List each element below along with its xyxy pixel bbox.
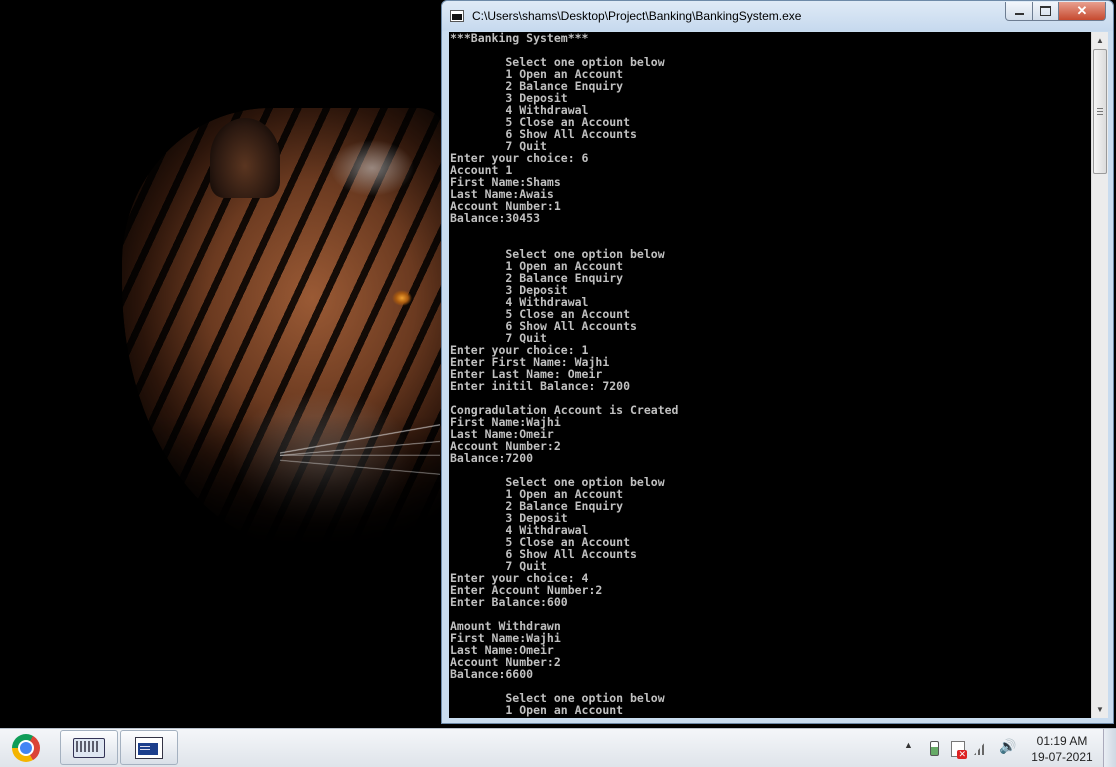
show-desktop-button[interactable] xyxy=(1103,729,1116,767)
taskbar: ▲ 🔊 01:19 AM 19-07-2021 xyxy=(0,728,1116,767)
scroll-thumb[interactable] xyxy=(1093,49,1107,174)
network-icon[interactable] xyxy=(974,741,986,755)
battery-icon[interactable] xyxy=(930,741,939,756)
console-line: 1 Open an Account xyxy=(450,703,624,717)
console-window[interactable]: C:\Users\shams\Desktop\Project\Banking\B… xyxy=(441,0,1114,724)
minimize-icon xyxy=(1014,13,1024,15)
taskbar-keyboard-button[interactable] xyxy=(60,730,118,765)
console-line: Account Number:2 xyxy=(450,655,561,669)
clock-date: 19-07-2021 xyxy=(1031,750,1093,764)
tiger-ear-shape xyxy=(210,118,280,198)
maximize-icon xyxy=(1040,6,1051,16)
console-line: Enter Balance:600 xyxy=(450,595,568,609)
on-screen-keyboard-icon xyxy=(73,737,105,758)
console-line: Balance:30453 xyxy=(450,211,541,225)
console-line: ***Banking System*** xyxy=(450,32,589,45)
console-app-icon[interactable] xyxy=(450,10,464,22)
console-text: ***Banking System*** Select one option b… xyxy=(449,32,1091,716)
maximize-button[interactable] xyxy=(1032,2,1059,21)
taskbar-console-button[interactable] xyxy=(120,730,178,765)
close-button[interactable]: ✕ xyxy=(1058,2,1106,21)
console-line: Balance:7200 xyxy=(450,451,534,465)
vertical-scrollbar[interactable]: ▲ ▼ xyxy=(1091,32,1108,718)
scroll-down-arrow-icon[interactable]: ▼ xyxy=(1092,701,1108,718)
taskbar-chrome-button[interactable] xyxy=(6,733,46,763)
window-title: C:\Users\shams\Desktop\Project\Banking\B… xyxy=(472,9,802,23)
scroll-up-arrow-icon[interactable]: ▲ xyxy=(1092,32,1108,49)
tiger-wallpaper-image xyxy=(122,108,452,548)
minimize-button[interactable] xyxy=(1005,2,1033,21)
console-output[interactable]: ***Banking System*** Select one option b… xyxy=(449,32,1091,718)
console-line: Balance:6600 xyxy=(450,667,534,681)
console-app-icon xyxy=(135,736,163,759)
console-line: Account Number:1 xyxy=(450,199,561,213)
chrome-icon xyxy=(12,734,40,762)
scroll-grip-icon xyxy=(1097,108,1103,115)
console-line: Enter initil Balance: 7200 xyxy=(450,379,631,393)
close-icon: ✕ xyxy=(1076,3,1088,18)
window-titlebar[interactable]: C:\Users\shams\Desktop\Project\Banking\B… xyxy=(442,1,1113,31)
console-line: Enter your choice: 6 xyxy=(450,151,589,165)
show-hidden-icons-icon[interactable]: ▲ xyxy=(904,740,913,750)
action-center-flag-icon[interactable] xyxy=(951,741,967,759)
taskbar-clock[interactable]: 01:19 AM 19-07-2021 xyxy=(1020,733,1104,765)
console-line: Account Number:2 xyxy=(450,439,561,453)
volume-icon[interactable]: 🔊 xyxy=(999,738,1016,755)
clock-time: 01:19 AM xyxy=(1036,734,1088,748)
tiger-whiskers-shape xyxy=(280,400,440,480)
